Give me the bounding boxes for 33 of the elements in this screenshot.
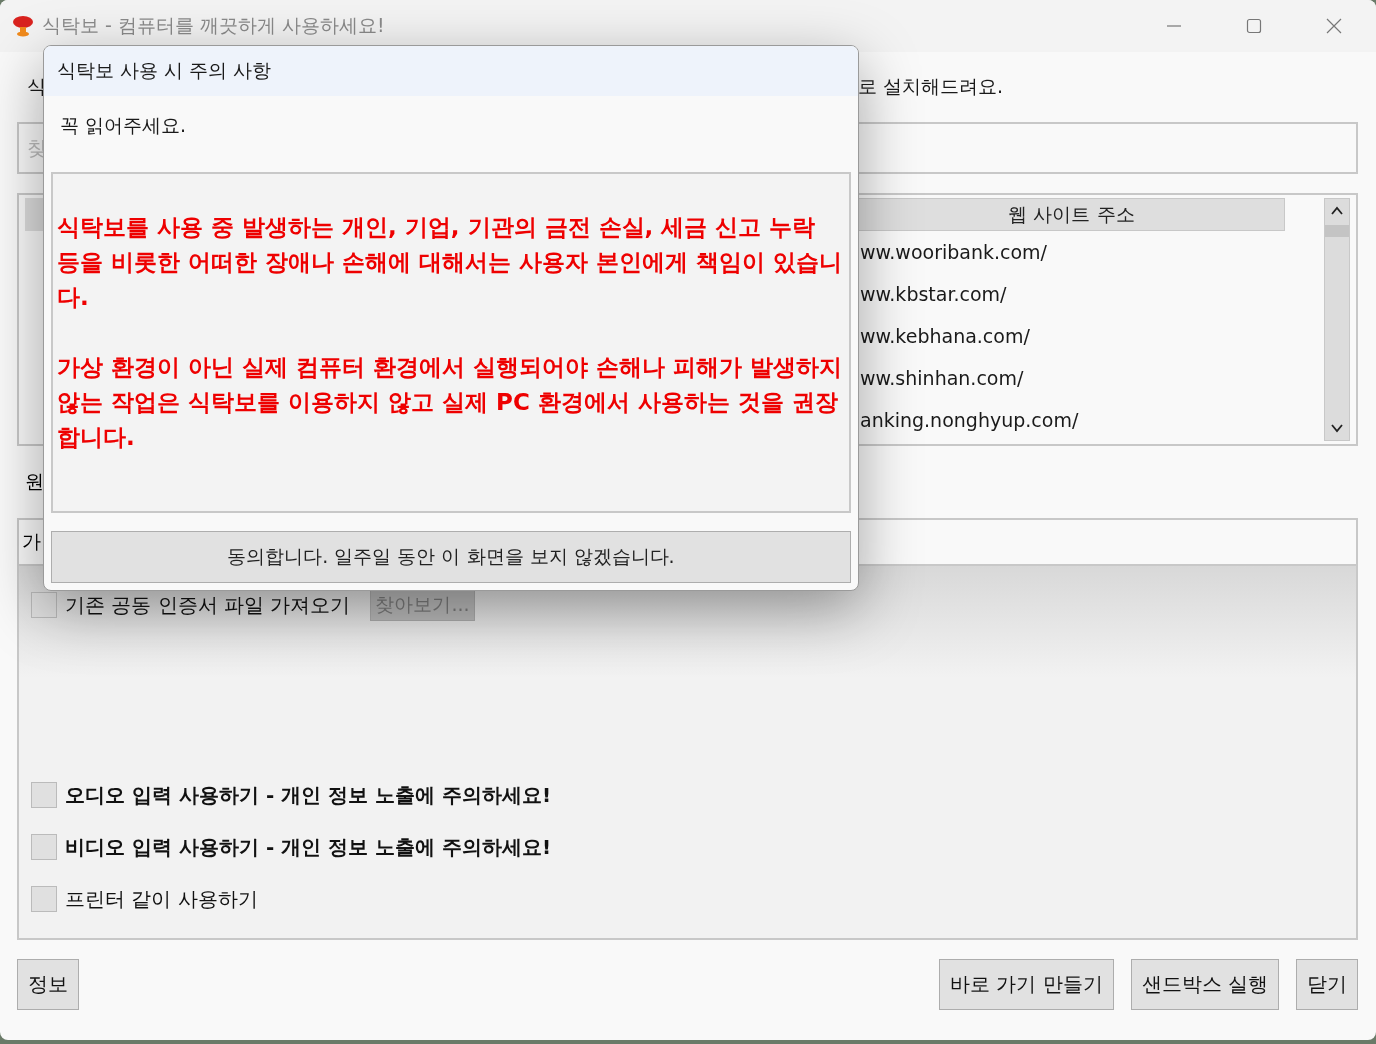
checkbox-label[interactable]: 비디오 입력 사용하기 - 개인 정보 노출에 주의하세요! xyxy=(65,833,552,861)
url-cell[interactable]: ww.kebhana.com/ xyxy=(860,325,1030,347)
checkbox[interactable] xyxy=(31,886,57,912)
checkbox-label[interactable]: 기존 공동 인증서 파일 가져오기 xyxy=(65,591,351,619)
url-cell[interactable]: ww.shinhan.com/ xyxy=(860,367,1024,389)
checkbox-label[interactable]: 오디오 입력 사용하기 - 개인 정보 노출에 주의하세요! xyxy=(65,781,552,809)
dialog-subtitle: 꼭 읽어주세요. xyxy=(59,113,188,138)
window-title: 식탁보 - 컴퓨터를 깨끗하게 사용하세요! xyxy=(42,13,385,38)
shortcut-button[interactable]: 바로 가기 만들기 xyxy=(938,959,1114,1010)
mushroom-icon xyxy=(12,14,34,38)
close-button[interactable]: 닫기 xyxy=(1296,959,1358,1010)
checkbox[interactable] xyxy=(31,782,57,808)
scrollbar[interactable] xyxy=(1324,198,1350,441)
checkbox-label[interactable]: 프린터 같이 사용하기 xyxy=(65,885,258,913)
checkbox[interactable] xyxy=(31,834,57,860)
section-label: 원 xyxy=(25,469,44,494)
close-icon[interactable] xyxy=(1326,18,1342,34)
url-cell[interactable]: ww.kbstar.com/ xyxy=(860,283,1007,305)
url-cell[interactable]: ww.wooribank.com/ xyxy=(860,241,1048,263)
intro-text: 식 xyxy=(26,74,47,99)
warning-text: 가상 환경이 아닌 실제 컴퓨터 환경에서 실행되어야 손해나 피해가 발생하지 않는 작업은 식탁보를 이용하지 않고 실제 PC 환경에서 사용하는 것을 권장합니다. xyxy=(57,353,844,452)
column-header[interactable]: 웹 사이트 주소 xyxy=(858,198,1285,231)
intro-text: 로 설치해드려요. xyxy=(858,74,1005,99)
info-button[interactable]: 정보 xyxy=(17,959,79,1010)
run-button[interactable]: 샌드박스 실행 xyxy=(1130,959,1279,1010)
warning-text: 식탁보를 사용 중 발생하는 개인, 기업, 기관의 금전 손실, 세금 신고 누락 등을 비롯한 어떠한 장애나 손해에 대해서는 사용자 본인에게 책임이 있습니다. xyxy=(57,213,844,312)
checkbox[interactable] xyxy=(31,592,57,618)
url-cell[interactable]: anking.nonghyup.com/ xyxy=(860,409,1079,431)
dialog-title: 식탁보 사용 시 주의 사항 xyxy=(57,58,272,83)
tab[interactable]: 가 xyxy=(22,529,41,555)
scrollbar-thumb[interactable] xyxy=(1325,225,1349,237)
maximize-icon[interactable] xyxy=(1246,18,1262,34)
agree-button[interactable]: 동의합니다. 일주일 동안 이 화면을 보지 않겠습니다. xyxy=(51,531,851,583)
